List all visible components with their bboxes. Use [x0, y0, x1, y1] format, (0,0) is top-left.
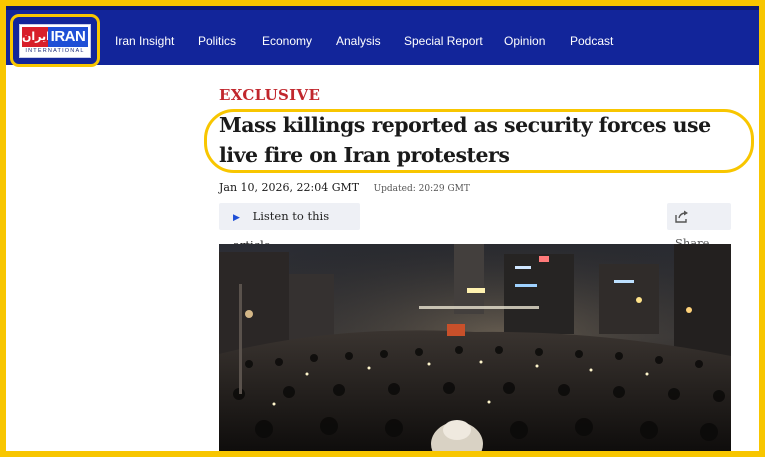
page-frame: ایران IRAN INTERNATIONAL Iran Insight Po…	[6, 6, 759, 451]
share-icon	[675, 209, 695, 223]
play-icon: ▶	[233, 213, 240, 223]
nav-link-economy[interactable]: Economy	[262, 34, 312, 48]
nav-link-special-report[interactable]: Special Report	[404, 34, 483, 48]
article-hero-photo	[219, 244, 731, 451]
article-headline: Mass killings reported as security force…	[219, 113, 711, 167]
updated-time: Updated: 20:29 GMT	[373, 184, 470, 194]
article-kicker: EXCLUSIVE	[219, 86, 321, 104]
article-meta: Jan 10, 2026, 22:04 GMT Updated: 20:29 G…	[219, 178, 470, 196]
nav-link-podcast[interactable]: Podcast	[570, 34, 613, 48]
logo-highlight-outline	[10, 14, 100, 67]
navbar-top-strip	[6, 6, 759, 10]
publish-date: Jan 10, 2026, 22:04 GMT	[219, 181, 360, 194]
top-navbar: ایران IRAN INTERNATIONAL Iran Insight Po…	[6, 6, 759, 67]
share-button[interactable]: Share	[667, 203, 731, 250]
nav-link-analysis[interactable]: Analysis	[336, 34, 381, 48]
nav-link-politics[interactable]: Politics	[198, 34, 236, 48]
nav-link-iran-insight[interactable]: Iran Insight	[115, 34, 174, 48]
listen-button[interactable]: ▶ Listen to this article	[219, 203, 360, 252]
nav-link-opinion[interactable]: Opinion	[504, 34, 545, 48]
